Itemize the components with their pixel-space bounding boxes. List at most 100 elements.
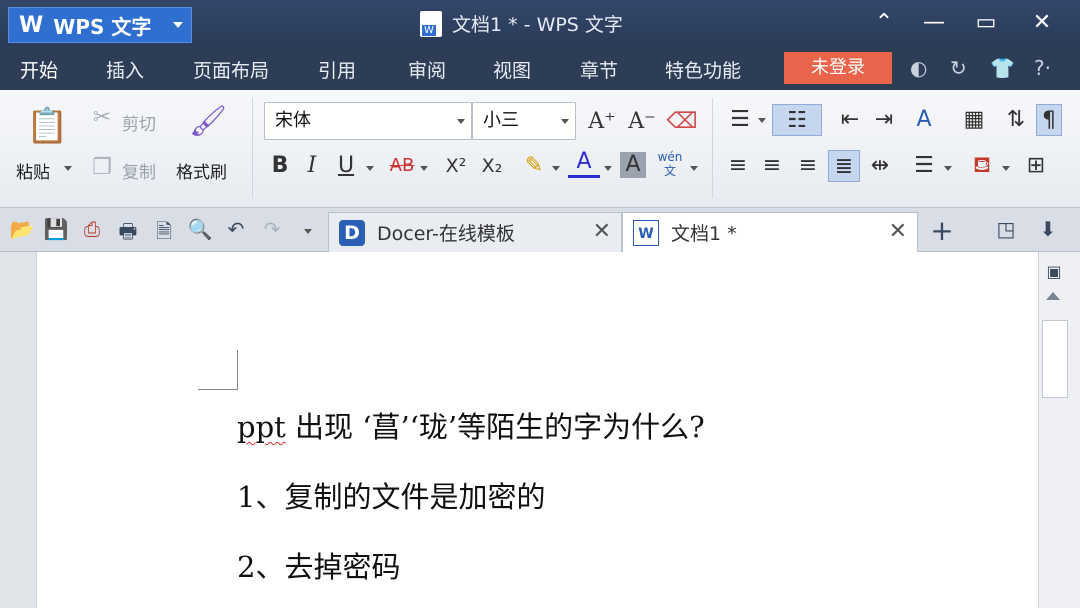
text-direction-icon[interactable]: A: [908, 104, 940, 136]
window-title: 文档1 * - WPS 文字: [420, 10, 623, 37]
vertical-scrollbar[interactable]: [1038, 252, 1080, 608]
italic-button[interactable]: I: [296, 150, 328, 182]
subscript-button[interactable]: X₂: [476, 150, 508, 182]
sort-icon[interactable]: ⇅: [1000, 104, 1032, 136]
bullet-list-icon[interactable]: ☰: [724, 104, 756, 136]
redo-icon: ↷: [263, 217, 281, 241]
line-spacing-icon[interactable]: ☰: [908, 150, 940, 182]
close-icon[interactable]: ✕: [889, 219, 907, 244]
decrease-indent-icon[interactable]: ⇤: [834, 104, 866, 136]
underline-button[interactable]: U: [330, 150, 362, 182]
tab-docer[interactable]: D Docer-在线模板 ✕: [328, 212, 622, 252]
split-view-icon[interactable]: ▣: [1040, 262, 1068, 281]
justify-icon[interactable]: ≣: [828, 150, 860, 182]
print-icon[interactable]: 🖶: [114, 217, 142, 251]
tab-review[interactable]: 审阅: [408, 56, 446, 83]
wps-logo-icon: W: [19, 12, 44, 38]
document-line-2[interactable]: 1、复制的文件是加密的: [237, 474, 545, 516]
shading-dropdown-icon[interactable]: [1002, 166, 1010, 171]
tab-page-layout[interactable]: 页面布局: [193, 56, 269, 83]
font-color-dropdown-icon[interactable]: [604, 166, 612, 171]
undo-icon[interactable]: ↶: [222, 217, 250, 241]
font-color-button[interactable]: A: [568, 148, 600, 178]
paste-label[interactable]: 粘贴: [16, 158, 50, 183]
distribute-icon[interactable]: ⇹: [864, 150, 896, 182]
tab-document[interactable]: W 文档1 * ✕: [622, 212, 918, 252]
preview-icon[interactable]: 🔍: [186, 217, 214, 241]
sync-icon[interactable]: ↻: [950, 56, 967, 80]
tab-chapter[interactable]: 章节: [580, 56, 618, 83]
minimize-button[interactable]: —: [914, 8, 954, 38]
restore-tab-icon[interactable]: ◳: [992, 217, 1020, 241]
tab-home[interactable]: 开始: [15, 56, 63, 93]
align-right-icon[interactable]: ≡: [792, 150, 824, 182]
superscript-button[interactable]: X²: [440, 150, 472, 182]
maximize-button[interactable]: ▭: [966, 8, 1006, 38]
increase-indent-icon[interactable]: ⇥: [868, 104, 900, 136]
close-icon[interactable]: ✕: [593, 219, 611, 244]
underline-dropdown-icon[interactable]: [366, 166, 374, 171]
line-spacing-dropdown-icon[interactable]: [944, 166, 952, 171]
help-icon[interactable]: ?·: [1034, 56, 1051, 80]
print-preview-icon[interactable]: 🗎: [150, 217, 178, 251]
scroll-up-arrow[interactable]: [1046, 292, 1060, 300]
clear-format-icon[interactable]: ⌫: [666, 106, 698, 138]
align-left-icon[interactable]: ≡: [722, 150, 754, 182]
pinyin-dropdown-icon[interactable]: [690, 166, 698, 171]
document-line-3[interactable]: 2、去掉密码: [237, 544, 400, 586]
tab-special-features[interactable]: 特色功能: [665, 56, 741, 83]
misspelled-word[interactable]: ppt: [237, 410, 286, 444]
numbered-list-icon[interactable]: ☷: [772, 104, 822, 136]
login-button[interactable]: 未登录: [784, 52, 892, 84]
chevron-down-icon: [457, 119, 465, 124]
open-file-icon[interactable]: 📂: [8, 217, 36, 241]
margin-marker: [198, 350, 238, 390]
show-marks-icon[interactable]: ¶: [1036, 104, 1062, 136]
char-shading-button[interactable]: A: [620, 152, 646, 178]
app-menu-button[interactable]: W WPS 文字: [8, 7, 192, 43]
shrink-font-button[interactable]: A⁻: [626, 106, 658, 138]
grow-font-button[interactable]: A⁺: [586, 106, 618, 138]
quick-access-dropdown-icon[interactable]: [304, 229, 312, 234]
ribbon-separator: [712, 98, 713, 198]
new-tab-button[interactable]: +: [928, 214, 956, 247]
docer-icon: D: [339, 219, 365, 246]
tab-references[interactable]: 引用: [318, 56, 356, 83]
bold-button[interactable]: B: [264, 150, 296, 182]
document-line-1-text: 出现 ‘菖’‘珑’等陌生的字为什么?: [285, 410, 705, 444]
close-window-button[interactable]: ✕: [1022, 8, 1062, 38]
strikethrough-dropdown-icon[interactable]: [420, 166, 428, 171]
table-icon[interactable]: ▦: [958, 104, 990, 136]
format-painter-icon[interactable]: 🖌: [188, 106, 228, 146]
skin-icon[interactable]: ◐: [910, 56, 927, 80]
pinyin-guide-button[interactable]: wén 文: [654, 150, 686, 182]
tab-view[interactable]: 视图: [493, 56, 531, 83]
save-icon[interactable]: 💾: [42, 217, 70, 241]
chevron-down-icon: [173, 22, 183, 28]
collapse-ribbon-button[interactable]: ⌃: [864, 8, 904, 38]
borders-icon[interactable]: ⊞: [1020, 150, 1052, 182]
app-name: WPS 文字: [53, 14, 152, 39]
document-line-1[interactable]: ppt 出现 ‘菖’‘珑’等陌生的字为什么?: [237, 404, 705, 446]
scrollbar-thumb[interactable]: [1042, 320, 1068, 398]
export-pdf-icon[interactable]: ⎙: [78, 217, 106, 241]
tshirt-icon[interactable]: 👕: [990, 56, 1015, 80]
tab-menu-icon[interactable]: ⬇: [1034, 217, 1062, 241]
font-size-value: 小三: [483, 110, 519, 131]
highlight-icon[interactable]: ✎: [518, 150, 550, 182]
align-center-icon[interactable]: ≡: [756, 150, 788, 182]
document-icon: W: [633, 219, 659, 246]
font-name-select[interactable]: 宋体: [264, 102, 472, 140]
paste-icon[interactable]: 📋: [26, 109, 68, 150]
paste-dropdown-icon[interactable]: [64, 166, 72, 171]
bullet-dropdown-icon[interactable]: [758, 118, 766, 123]
font-name-value: 宋体: [275, 110, 311, 131]
shading-icon[interactable]: ⛾: [966, 150, 998, 182]
highlight-dropdown-icon[interactable]: [552, 166, 560, 171]
tab-insert[interactable]: 插入: [106, 56, 144, 83]
cut-label: 剪切: [122, 115, 156, 135]
strikethrough-button[interactable]: AB: [382, 150, 422, 182]
format-painter-label[interactable]: 格式刷: [176, 158, 227, 183]
font-size-select[interactable]: 小三: [472, 102, 576, 140]
title-bar: W WPS 文字 文档1 * - WPS 文字 ⌃ — ▭ ✕: [0, 0, 1080, 46]
